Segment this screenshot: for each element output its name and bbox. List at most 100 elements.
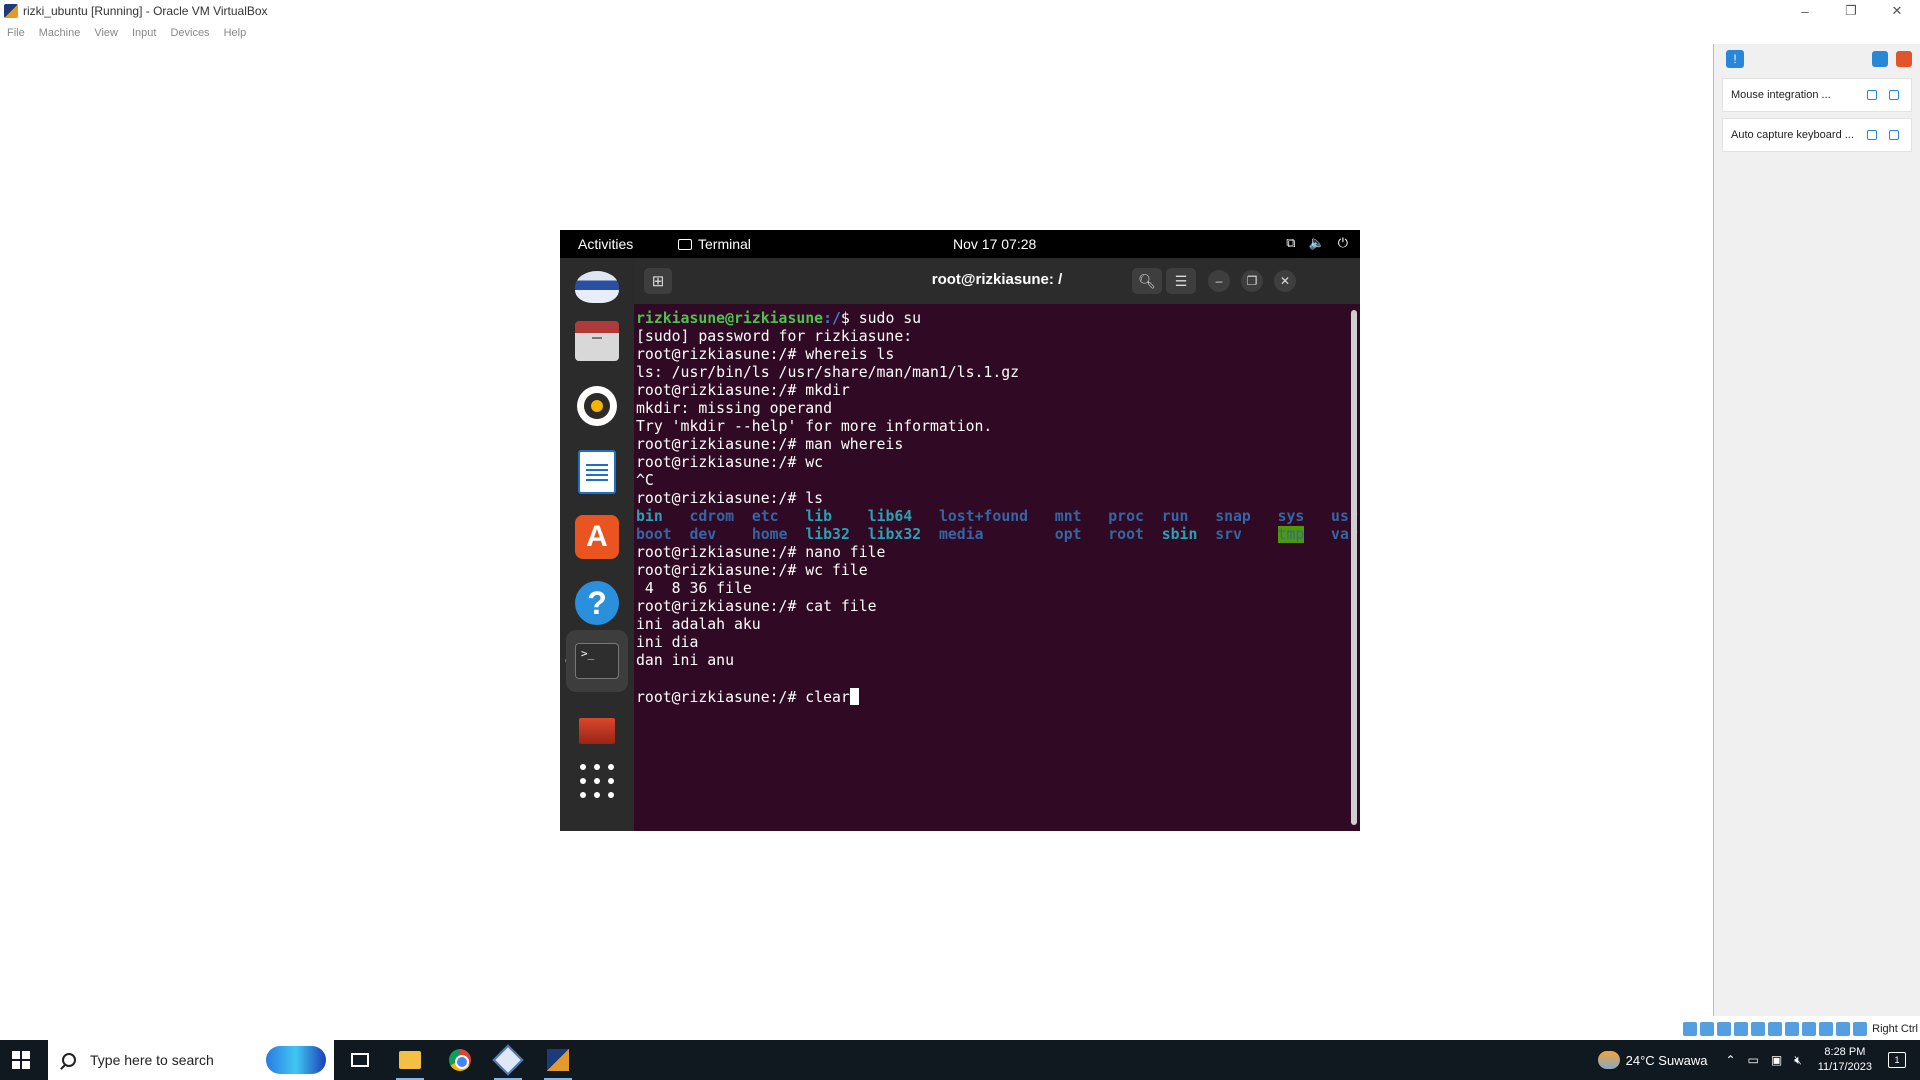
ls-entry: lost+found <box>938 508 1029 525</box>
windows-taskbar: Type here to search 24°C Suwawa ⌃ ▭ ▣ 🔇︎… <box>0 1040 1920 1080</box>
terminal-close-button[interactable]: ✕ <box>1274 270 1296 292</box>
audio-icon[interactable] <box>1717 1022 1732 1036</box>
notification-center-actions <box>1872 51 1912 67</box>
maximize-icon: ❐ <box>1246 274 1258 288</box>
menu-input[interactable]: Input <box>125 24 163 42</box>
menu-machine[interactable]: Machine <box>32 24 88 42</box>
network-icon[interactable]: ▣ <box>1771 1053 1782 1067</box>
weather-text[interactable]: 24°C Suwawa <box>1626 1053 1708 1068</box>
vbox-status-bar: Right Ctrl <box>1683 1020 1920 1038</box>
close-notification-icon[interactable] <box>1889 130 1899 140</box>
trash-icon <box>579 718 615 744</box>
terminal-line: root@rizkiasune:/# man whereis <box>636 436 1336 454</box>
terminal-maximize-button[interactable]: ❐ <box>1241 270 1263 292</box>
volume-mute-icon[interactable]: 🔇︎ <box>1794 1053 1802 1068</box>
output-text: dan ini anu <box>636 652 734 669</box>
app-menu[interactable]: Terminal <box>678 236 751 252</box>
start-button[interactable] <box>12 1051 30 1069</box>
terminal-minimize-button[interactable]: – <box>1208 270 1230 292</box>
close-button[interactable]: ✕ <box>1874 0 1920 22</box>
prompt-user: rizkiasune@rizkiasune <box>636 310 824 327</box>
dock-rhythmbox[interactable] <box>572 381 622 431</box>
terminal-line: ls: /usr/bin/ls /usr/share/man/man1/ls.1… <box>636 364 1336 382</box>
keyboard-icon[interactable] <box>1853 1022 1868 1036</box>
dock-libreoffice-writer[interactable] <box>572 447 622 497</box>
notification-icon[interactable]: 1 <box>1888 1052 1906 1068</box>
output-text: ls: /usr/bin/ls /usr/share/man/man1/ls.1… <box>636 364 1020 381</box>
menu-view[interactable]: View <box>87 24 125 42</box>
command-text: root@rizkiasune:/# man whereis <box>636 436 904 453</box>
terminal-line: root@rizkiasune:/# clear <box>636 688 1336 706</box>
shared-folders-icon[interactable] <box>1768 1022 1783 1036</box>
terminal-line: [sudo] password for rizkiasune: <box>636 328 1336 346</box>
optical-drive-icon[interactable] <box>1700 1022 1715 1036</box>
volume-icon: 🔈 <box>1308 235 1325 250</box>
close-notification-icon[interactable] <box>1889 90 1899 100</box>
gnome-clock[interactable]: Nov 17 07:28 <box>953 236 1036 252</box>
command-text: root@rizkiasune:/# clear <box>636 689 850 706</box>
notification-mouse-integration[interactable]: Mouse integration ... <box>1722 78 1912 112</box>
ls-entry: media <box>938 526 984 543</box>
ls-entry: sbin <box>1161 526 1198 543</box>
chevron-up-icon[interactable]: ⌃ <box>1725 1053 1735 1067</box>
search-icon: 🔍︎ <box>1138 272 1156 289</box>
meet-now-icon[interactable]: ▭ <box>1748 1053 1759 1067</box>
menu-help[interactable]: Help <box>217 24 254 42</box>
ls-entry: proc <box>1108 508 1144 525</box>
network-icon: ⧉ <box>1286 235 1296 250</box>
taskbar-search[interactable]: Type here to search <box>48 1040 334 1080</box>
system-status-area[interactable]: ⧉ 🔈 ⏻ <box>1286 235 1348 251</box>
activities-button[interactable]: Activities <box>578 236 633 252</box>
virtualization-icon[interactable] <box>1819 1022 1834 1036</box>
mouse-integration-icon[interactable] <box>1836 1022 1851 1036</box>
app-center-icon: A <box>575 515 619 559</box>
dock-app-center[interactable]: A <box>572 512 622 562</box>
ls-entry: boot <box>636 526 672 543</box>
menu-devices[interactable]: Devices <box>163 24 216 42</box>
keep-finished-icon[interactable] <box>1872 51 1888 67</box>
dock-help[interactable]: ? <box>572 578 622 628</box>
ls-row: bin cdrom etc lib lib64 lost+found mnt p… <box>636 508 1358 526</box>
recording-icon[interactable] <box>1802 1022 1817 1036</box>
ls-entry: etc <box>751 508 779 525</box>
search-button[interactable]: 🔍︎ <box>1132 268 1162 294</box>
display-icon[interactable] <box>1785 1022 1800 1036</box>
vbox-menubar: File Machine View Input Devices Help <box>0 24 253 42</box>
command-text: root@rizkiasune:/# whereis ls <box>636 346 895 363</box>
dont-show-icon[interactable] <box>1867 90 1877 100</box>
restore-button[interactable]: ❐ <box>1828 0 1874 22</box>
delete-all-icon[interactable] <box>1896 51 1912 67</box>
terminal-window[interactable]: ⊞ root@rizkiasune: / 🔍︎ ☰ – ❐ ✕ rizkiasu… <box>634 258 1360 831</box>
dock-terminal[interactable]: >_ <box>566 630 628 692</box>
terminal-scrollbar[interactable] <box>1351 310 1357 825</box>
dock-show-apps[interactable] <box>572 756 622 806</box>
dont-show-icon[interactable] <box>1867 130 1877 140</box>
network-adapter-icon[interactable] <box>1734 1022 1749 1036</box>
notification-center-icon[interactable]: ! <box>1726 50 1744 68</box>
minimize-button[interactable]: – <box>1782 0 1828 22</box>
taskbar-chrome[interactable] <box>438 1040 482 1080</box>
dock-thunderbird[interactable] <box>572 262 622 312</box>
terminal-output[interactable]: rizkiasune@rizkiasune:/$ sudo su [sudo] p… <box>636 310 1358 825</box>
terminal-line: root@rizkiasune:/# cat file <box>636 598 1336 616</box>
hard-disk-icon[interactable] <box>1683 1022 1698 1036</box>
task-view-button[interactable] <box>338 1040 382 1080</box>
taskbar-virtualbox[interactable] <box>486 1040 530 1080</box>
menu-button[interactable]: ☰ <box>1166 268 1196 294</box>
ls-entry: lib <box>805 508 833 525</box>
taskbar-vm-window[interactable] <box>536 1040 580 1080</box>
notification-auto-capture[interactable]: Auto capture keyboard ... <box>1722 118 1912 152</box>
dock-files[interactable] <box>572 316 622 366</box>
vm-display[interactable]: Activities Terminal Nov 17 07:28 ⧉ 🔈 ⏻ A… <box>560 230 1360 831</box>
menu-file[interactable]: File <box>0 24 32 42</box>
ls-entry: cdrom <box>689 508 735 525</box>
usb-icon[interactable] <box>1751 1022 1766 1036</box>
dock-trash[interactable] <box>572 706 622 756</box>
search-highlight-icon <box>266 1046 326 1074</box>
virtualbox-manager-icon <box>492 1044 524 1076</box>
minimize-icon: – <box>1215 274 1223 288</box>
clock-time: 8:28 PM <box>1824 1046 1866 1058</box>
taskbar-clock[interactable]: 8:28 PM 11/17/2023 <box>1818 1045 1872 1075</box>
weather-icon[interactable] <box>1597 1051 1620 1069</box>
taskbar-file-explorer[interactable] <box>388 1040 432 1080</box>
